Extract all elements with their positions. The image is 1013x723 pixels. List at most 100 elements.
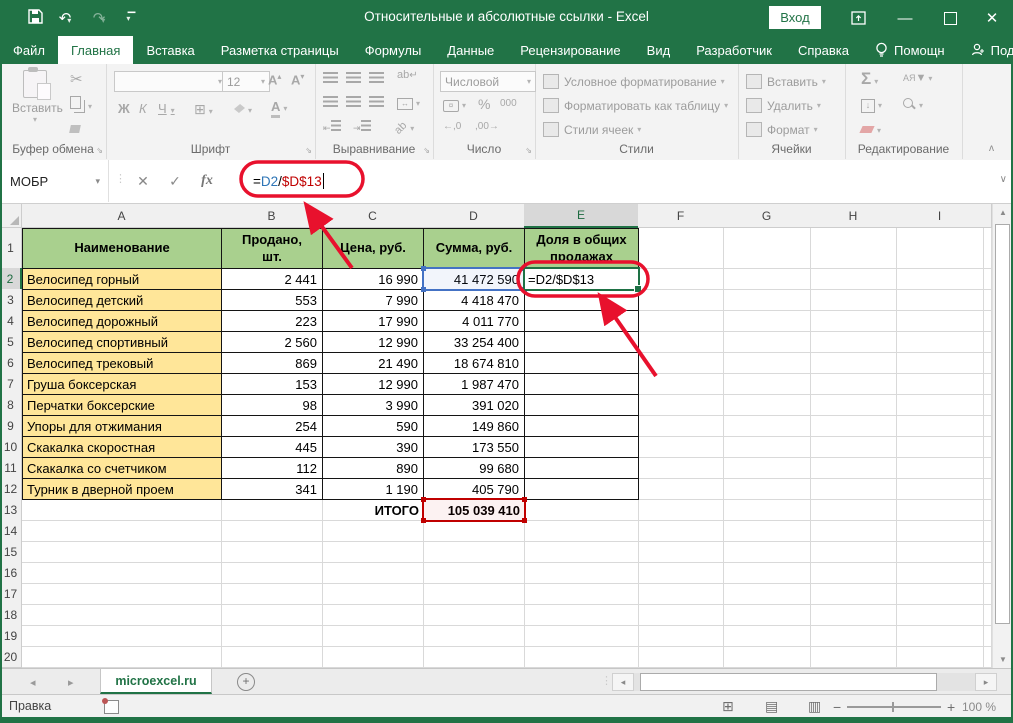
cell-D9[interactable]: 149 860: [423, 415, 525, 437]
font-dialog-launcher[interactable]: ⇘: [305, 146, 312, 155]
fill-handle[interactable]: [634, 285, 642, 293]
cell[interactable]: [896, 415, 984, 437]
accounting-format-icon[interactable]: ¤ ▾: [443, 97, 466, 112]
row-header-9[interactable]: 9: [0, 415, 22, 437]
cell-C11[interactable]: 890: [322, 457, 424, 479]
column-header-D[interactable]: D: [423, 204, 525, 228]
cell-B11[interactable]: 112: [221, 457, 323, 479]
align-bottom-icon[interactable]: [369, 72, 384, 85]
cell-A2[interactable]: Велосипед горный: [22, 268, 222, 290]
cell[interactable]: [810, 478, 897, 500]
cell[interactable]: [423, 562, 525, 584]
cell[interactable]: [810, 436, 897, 458]
cell[interactable]: [896, 394, 984, 416]
cell-E7[interactable]: [524, 373, 639, 395]
cell-C4[interactable]: 17 990: [322, 310, 424, 332]
cell[interactable]: [638, 436, 724, 458]
row-header-14[interactable]: 14: [0, 520, 22, 542]
cell[interactable]: [723, 604, 811, 626]
cell[interactable]: [983, 436, 992, 458]
cell[interactable]: [723, 499, 811, 521]
orientation-icon[interactable]: ab▾: [392, 120, 414, 137]
cell[interactable]: [810, 415, 897, 437]
cell[interactable]: [322, 583, 424, 605]
row-header-7[interactable]: 7: [0, 373, 22, 395]
clear-icon[interactable]: ▾: [859, 122, 881, 135]
tab-справка[interactable]: Справка: [785, 36, 862, 64]
cell[interactable]: [983, 625, 992, 647]
conditional-formatting-button[interactable]: Условное форматирование ▾: [543, 74, 725, 89]
cell-C8[interactable]: 3 990: [322, 394, 424, 416]
ribbon-display-options-icon[interactable]: [838, 0, 878, 36]
cell-D4[interactable]: 4 011 770: [423, 310, 525, 332]
cell[interactable]: [638, 457, 724, 479]
cell-A11[interactable]: Скакалка со счетчиком: [22, 457, 222, 479]
cell[interactable]: [896, 562, 984, 584]
cell[interactable]: [638, 541, 724, 563]
row-header-17[interactable]: 17: [0, 583, 22, 605]
name-box[interactable]: МОБР ▾: [0, 160, 109, 202]
row-header-18[interactable]: 18: [0, 604, 22, 626]
cell[interactable]: [983, 520, 992, 542]
cell[interactable]: [723, 457, 811, 479]
cell[interactable]: [810, 562, 897, 584]
row-header-19[interactable]: 19: [0, 625, 22, 647]
new-sheet-icon[interactable]: +: [237, 673, 255, 691]
tab-вид[interactable]: Вид: [634, 36, 684, 64]
cell[interactable]: [638, 604, 724, 626]
cell-C9[interactable]: 590: [322, 415, 424, 437]
cell[interactable]: [896, 499, 984, 521]
cell-E5[interactable]: [524, 331, 639, 353]
column-header-A[interactable]: A: [22, 204, 222, 228]
cell[interactable]: [810, 352, 897, 374]
cell[interactable]: [810, 583, 897, 605]
sort-filter-icon[interactable]: АЯ▼ ▾: [903, 73, 932, 84]
zoom-in-icon[interactable]: +: [947, 699, 955, 715]
column-header-B[interactable]: B: [221, 204, 323, 228]
row-header-16[interactable]: 16: [0, 562, 22, 584]
vertical-scroll-thumb[interactable]: [995, 224, 1010, 624]
cell[interactable]: [983, 289, 992, 311]
row-header-6[interactable]: 6: [0, 352, 22, 374]
select-all-corner[interactable]: [0, 204, 22, 228]
cell[interactable]: [723, 478, 811, 500]
cell[interactable]: [983, 478, 992, 500]
cell[interactable]: [638, 646, 724, 668]
cell[interactable]: [983, 415, 992, 437]
scroll-up-icon[interactable]: ▲: [994, 204, 1012, 221]
grow-font-icon[interactable]: А▴: [268, 73, 281, 87]
cell[interactable]: [810, 604, 897, 626]
tab-вставка[interactable]: Вставка: [133, 36, 207, 64]
cell-B7[interactable]: 153: [221, 373, 323, 395]
cell[interactable]: [638, 352, 724, 374]
cell[interactable]: [896, 373, 984, 395]
cell-B9[interactable]: 254: [221, 415, 323, 437]
cell-D6[interactable]: 18 674 810: [423, 352, 525, 374]
merge-center-icon[interactable]: ↔ ▾: [397, 95, 420, 110]
zoom-out-icon[interactable]: −: [833, 699, 841, 715]
cell[interactable]: [22, 541, 222, 563]
cell[interactable]: [983, 310, 992, 332]
cell-C3[interactable]: 7 990: [322, 289, 424, 311]
cell[interactable]: [723, 352, 811, 374]
decrease-indent-icon[interactable]: ⇤: [323, 120, 341, 133]
cell[interactable]: [810, 289, 897, 311]
font-color-icon[interactable]: А ▾: [271, 99, 287, 118]
column-header-F[interactable]: F: [638, 204, 724, 228]
cell[interactable]: [524, 604, 639, 626]
cell[interactable]: [723, 583, 811, 605]
row-header-8[interactable]: 8: [0, 394, 22, 416]
tab-рецензирование[interactable]: Рецензирование: [507, 36, 633, 64]
cell[interactable]: [723, 625, 811, 647]
cell-B10[interactable]: 445: [221, 436, 323, 458]
total-label-cell[interactable]: ИТОГО: [322, 499, 424, 521]
cell[interactable]: [723, 541, 811, 563]
cell[interactable]: [723, 373, 811, 395]
tab-разработчик[interactable]: Разработчик: [683, 36, 785, 64]
cell[interactable]: [423, 583, 525, 605]
cell[interactable]: [221, 625, 323, 647]
cell-C5[interactable]: 12 990: [322, 331, 424, 353]
cell-B8[interactable]: 98: [221, 394, 323, 416]
cell[interactable]: [983, 268, 992, 290]
cell[interactable]: [22, 520, 222, 542]
